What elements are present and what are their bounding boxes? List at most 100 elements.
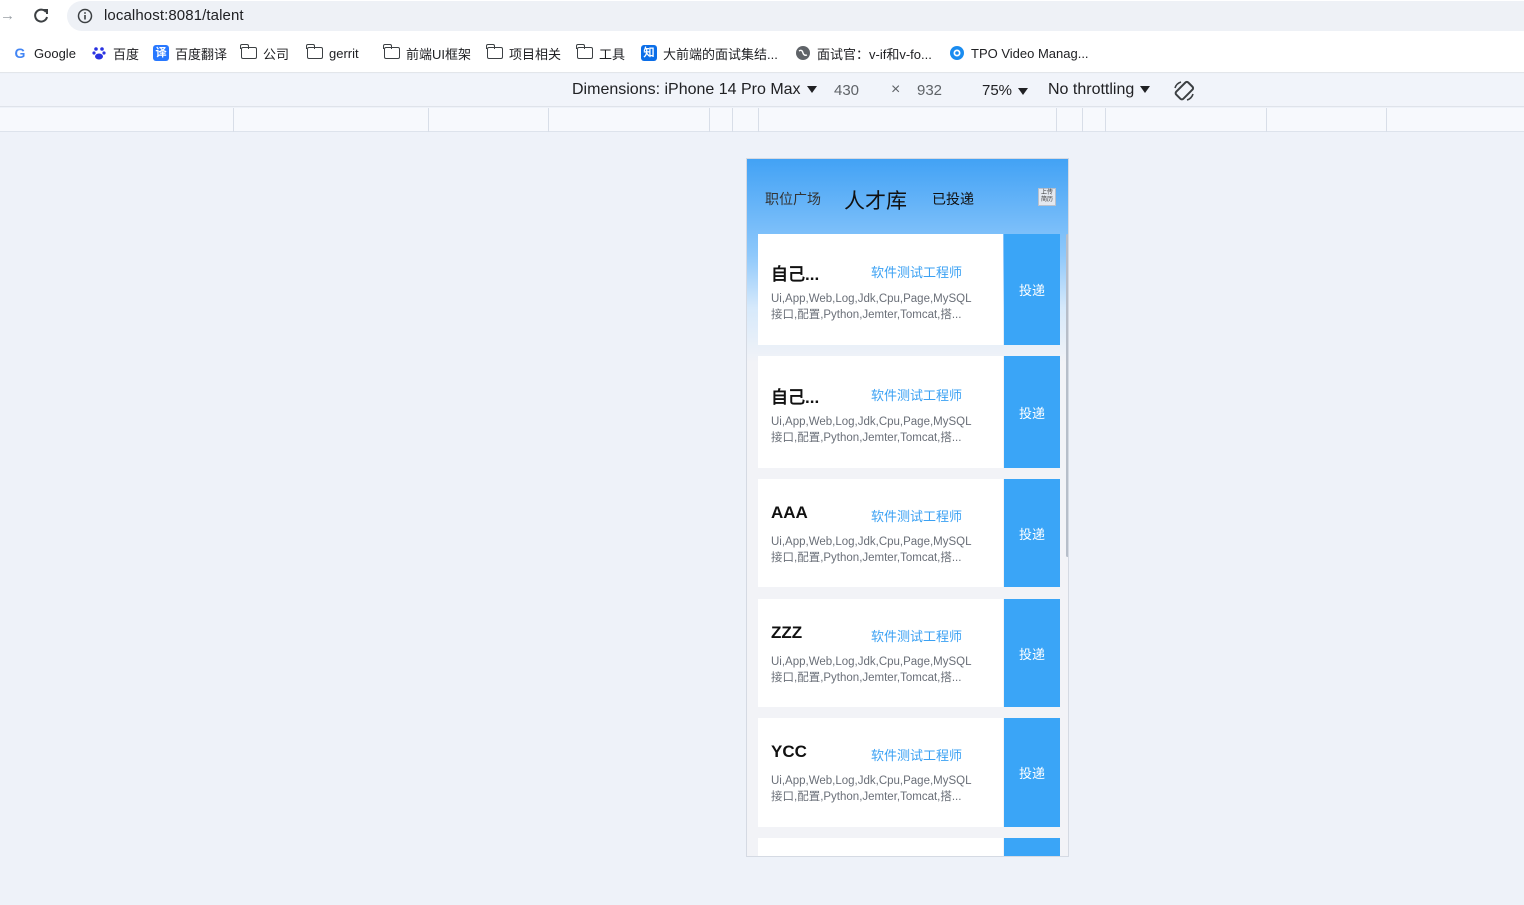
bookmark-label: 百度翻译 [175,46,228,62]
list-item[interactable]: 自己... 软件测试工程师 Ui,App,Web,Log,Jdk,Cpu,Pag… [758,234,1060,345]
bookmark-google[interactable]: G Google [12,44,76,62]
skills-line: 接口,配置,Python,Jemter,Tomcat,搭... [771,309,962,321]
site-info-icon[interactable] [77,8,93,24]
deliver-button[interactable]: 投递 [1004,599,1060,707]
job-title: 软件测试工程师 [871,629,963,644]
candidate-name: YCC [771,742,807,761]
tab-job-plaza[interactable]: 职位广场 [765,189,821,209]
bookmark-tpo[interactable]: TPO Video Manag... [949,44,1089,62]
chevron-down-icon [1140,86,1151,94]
list-item[interactable] [758,838,1060,856]
candidate-name: 自己... [771,265,820,284]
bookmark-zhihu[interactable]: 知大前端的面试集结... [641,44,778,62]
bookmark-folder-gerrit[interactable]: gerrit [306,44,359,62]
bookmark-label: TPO Video Manag... [971,45,1089,61]
candidate-name: AAA [771,503,808,522]
deliver-button[interactable]: 投递 [1004,234,1060,345]
deliver-label: 投递 [1018,766,1045,781]
bookmark-folder-tools[interactable]: 工具 [576,44,626,62]
bookmark-folder-ui[interactable]: 前端UI框架 [383,44,472,62]
deliver-button[interactable]: 投递 [1004,718,1060,827]
reload-icon[interactable] [30,5,52,27]
job-title: 软件测试工程师 [871,265,963,280]
skills-line: Ui,App,Web,Log,Jdk,Cpu,Page,MySQL [771,536,972,548]
deliver-button[interactable] [1004,838,1060,856]
translate-icon: 译 [153,45,169,61]
upload-resume-button[interactable]: 上传简历 [1038,188,1056,206]
deliver-button[interactable]: 投递 [1004,356,1060,468]
zoom-value: 75% [982,82,1013,99]
bookmark-label: 工具 [599,46,626,62]
google-icon: G [14,45,26,61]
url-text[interactable]: localhost:8081/talent [104,7,244,24]
list-item[interactable]: AAA 软件测试工程师 Ui,App,Web,Log,Jdk,Cpu,Page,… [758,479,1060,587]
card-body[interactable]: 自己... 软件测试工程师 Ui,App,Web,Log,Jdk,Cpu,Pag… [758,234,1003,345]
job-title: 软件测试工程师 [871,509,963,524]
bookmark-baidu[interactable]: 百度 [91,44,139,62]
skills-line: Ui,App,Web,Log,Jdk,Cpu,Page,MySQL [771,416,972,428]
chevron-down-icon [1018,87,1029,95]
forward-icon[interactable]: → [0,7,15,25]
deliver-label: 投递 [1018,283,1045,298]
height-input[interactable]: 932 [917,82,942,99]
skills-text: Ui,App,Web,Log,Jdk,Cpu,Page,MySQL 接口,配置,P… [771,291,997,323]
address-bar[interactable]: localhost:8081/talent [67,1,1524,31]
bookmark-folder-company[interactable]: 公司 [240,44,289,62]
bookmark-interview[interactable]: 面试官：v-if和v-fo... [795,44,932,62]
bookmark-translate[interactable]: 译百度翻译 [153,44,227,62]
tab-talent-pool[interactable]: 人才库 [844,185,907,215]
device-name: Dimensions: iPhone 14 Pro Max [572,81,801,98]
rotate-icon[interactable] [1172,79,1196,103]
skills-text: Ui,App,Web,Log,Jdk,Cpu,Page,MySQL 接口,配置,P… [771,414,997,446]
job-title: 软件测试工程师 [871,748,963,763]
folder-icon [486,44,503,61]
device-select[interactable]: Dimensions: iPhone 14 Pro Max [572,81,817,99]
candidate-name: 自己... [771,388,820,407]
folder-icon [383,44,400,61]
list-item[interactable]: YCC 软件测试工程师 Ui,App,Web,Log,Jdk,Cpu,Page,… [758,718,1060,827]
skills-line: Ui,App,Web,Log,Jdk,Cpu,Page,MySQL [771,656,972,668]
baidu-icon [91,45,107,61]
bookmark-folder-project[interactable]: 项目相关 [486,44,561,62]
skills-line: 接口,配置,Python,Jemter,Tomcat,搭... [771,552,962,564]
card-body[interactable]: YCC 软件测试工程师 Ui,App,Web,Log,Jdk,Cpu,Page,… [758,718,1003,827]
globe-icon [795,45,811,61]
deliver-label: 投递 [1018,405,1045,421]
card-body[interactable]: 自己... 软件测试工程师 Ui,App,Web,Log,Jdk,Cpu,Pag… [758,356,1003,468]
skills-text: Ui,App,Web,Log,Jdk,Cpu,Page,MySQL 接口,配置,P… [771,773,997,805]
bookmark-label: 百度 [113,46,140,62]
skills-line: Ui,App,Web,Log,Jdk,Cpu,Page,MySQL [771,293,972,305]
throttling-select[interactable]: No throttling [1048,81,1151,99]
width-input[interactable]: 430 [834,82,859,99]
browser-address-row: → localhost:8081/talent [0,0,1524,33]
scrollbar[interactable] [1066,234,1068,557]
skills-text: Ui,App,Web,Log,Jdk,Cpu,Page,MySQL 接口,配置,P… [771,534,997,566]
tpo-icon [949,45,965,61]
device-toolbar: Dimensions: iPhone 14 Pro Max 430 × 932 … [0,74,1524,107]
throttling-value: No throttling [1048,81,1135,98]
deliver-button[interactable]: 投递 [1004,479,1060,587]
deliver-label: 投递 [1018,526,1045,542]
skills-line: 接口,配置,Python,Jemter,Tomcat,搭... [771,791,962,803]
skills-line: 接口,配置,Python,Jemter,Tomcat,搭... [771,672,962,684]
zoom-select[interactable]: 75% [982,82,1029,99]
device-viewport: 职位广场 人才库 已投递 上传简历 自己... 软件测试工程师 Ui,App,W… [746,158,1069,857]
candidate-name: ZZZ [771,623,803,642]
zhihu-icon: 知 [641,45,657,61]
list-item[interactable]: ZZZ 软件测试工程师 Ui,App,Web,Log,Jdk,Cpu,Page,… [758,599,1060,707]
card-body[interactable] [758,838,1003,856]
list-item[interactable]: 自己... 软件测试工程师 Ui,App,Web,Log,Jdk,Cpu,Pag… [758,356,1060,468]
media-query-ruler[interactable] [0,108,1524,132]
bookmark-label: 面试官：v-if和v-fo... [817,46,932,62]
upload-label: 上传简历 [1040,190,1053,203]
job-title: 软件测试工程师 [871,388,963,403]
chevron-down-icon [806,86,817,94]
tab-delivered[interactable]: 已投递 [932,189,974,209]
bookmark-label: 前端UI框架 [406,46,472,62]
folder-icon [306,44,323,61]
folder-icon [240,44,257,61]
card-body[interactable]: AAA 软件测试工程师 Ui,App,Web,Log,Jdk,Cpu,Page,… [758,479,1003,587]
bookmark-label: gerrit [329,45,359,61]
deliver-label: 投递 [1018,646,1045,662]
card-body[interactable]: ZZZ 软件测试工程师 Ui,App,Web,Log,Jdk,Cpu,Page,… [758,599,1003,707]
